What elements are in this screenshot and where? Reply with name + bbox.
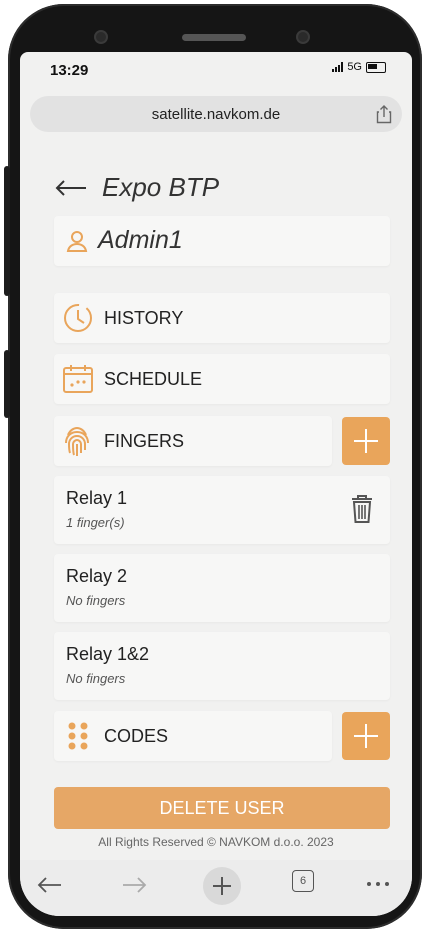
- fingers-button[interactable]: FINGERS: [54, 416, 332, 466]
- new-tab-icon[interactable]: [202, 866, 242, 906]
- schedule-label: SCHEDULE: [104, 369, 203, 389]
- relay-name: Relay 1: [66, 488, 128, 508]
- relay-detail: No fingers: [66, 671, 126, 686]
- url-text: satellite.navkom.de: [151, 106, 281, 123]
- status-bar: 13:29 5G: [20, 52, 412, 84]
- codes-label: CODES: [104, 726, 169, 746]
- add-finger-button[interactable]: [342, 417, 390, 465]
- battery-icon: [366, 61, 386, 73]
- screen: 13:29 5G satellite.navkom.de Expo BTP Ad…: [20, 52, 412, 916]
- front-camera: [298, 32, 308, 42]
- status-time: 13:29: [50, 62, 89, 79]
- footer-text: All Rights Reserved © NAVKOM d.o.o. 2023: [98, 835, 334, 849]
- codes-button[interactable]: CODES: [54, 711, 332, 761]
- list-item[interactable]: Relay 1&2 No fingers: [54, 632, 390, 700]
- delete-user-button[interactable]: DELETE USER: [54, 787, 390, 829]
- list-item[interactable]: Relay 2 No fingers: [54, 554, 390, 622]
- schedule-button[interactable]: SCHEDULE: [54, 354, 390, 404]
- user-name: Admin1: [98, 226, 183, 254]
- relay-name: Relay 1&2: [66, 644, 150, 664]
- relay-detail: 1 finger(s): [66, 515, 125, 530]
- signal-icon: [332, 62, 344, 72]
- status-indicators: 5G: [332, 61, 386, 73]
- page-title: Expo BTP: [102, 172, 220, 202]
- side-button: [4, 350, 10, 418]
- network-label: 5G: [347, 61, 362, 73]
- address-bar[interactable]: satellite.navkom.de: [30, 96, 402, 132]
- back-arrow-icon[interactable]: [54, 178, 88, 198]
- fingers-label: FINGERS: [104, 431, 185, 451]
- user-row: Admin1: [54, 216, 390, 266]
- history-button[interactable]: HISTORY: [54, 293, 390, 343]
- browser-toolbar: 6: [20, 860, 412, 916]
- more-icon[interactable]: [366, 880, 390, 888]
- clock-icon: [64, 304, 92, 332]
- side-button: [4, 166, 10, 296]
- back-icon[interactable]: [36, 876, 62, 894]
- title-row: Expo BTP: [54, 164, 390, 212]
- front-camera: [96, 32, 106, 42]
- add-code-button[interactable]: [342, 712, 390, 760]
- speaker-grille: [182, 34, 246, 41]
- trash-icon[interactable]: [350, 494, 374, 524]
- fingerprint-icon: [65, 426, 89, 456]
- tabs-button[interactable]: 6: [292, 870, 314, 892]
- user-icon: [66, 231, 88, 252]
- relay-detail: No fingers: [66, 593, 126, 608]
- share-icon[interactable]: [376, 104, 392, 124]
- relay-name: Relay 2: [66, 566, 128, 586]
- list-item[interactable]: Relay 1 1 finger(s): [54, 476, 390, 544]
- history-label: HISTORY: [104, 308, 184, 328]
- forward-icon[interactable]: [122, 876, 148, 894]
- calendar-icon: [63, 365, 93, 393]
- keypad-icon: [68, 722, 88, 750]
